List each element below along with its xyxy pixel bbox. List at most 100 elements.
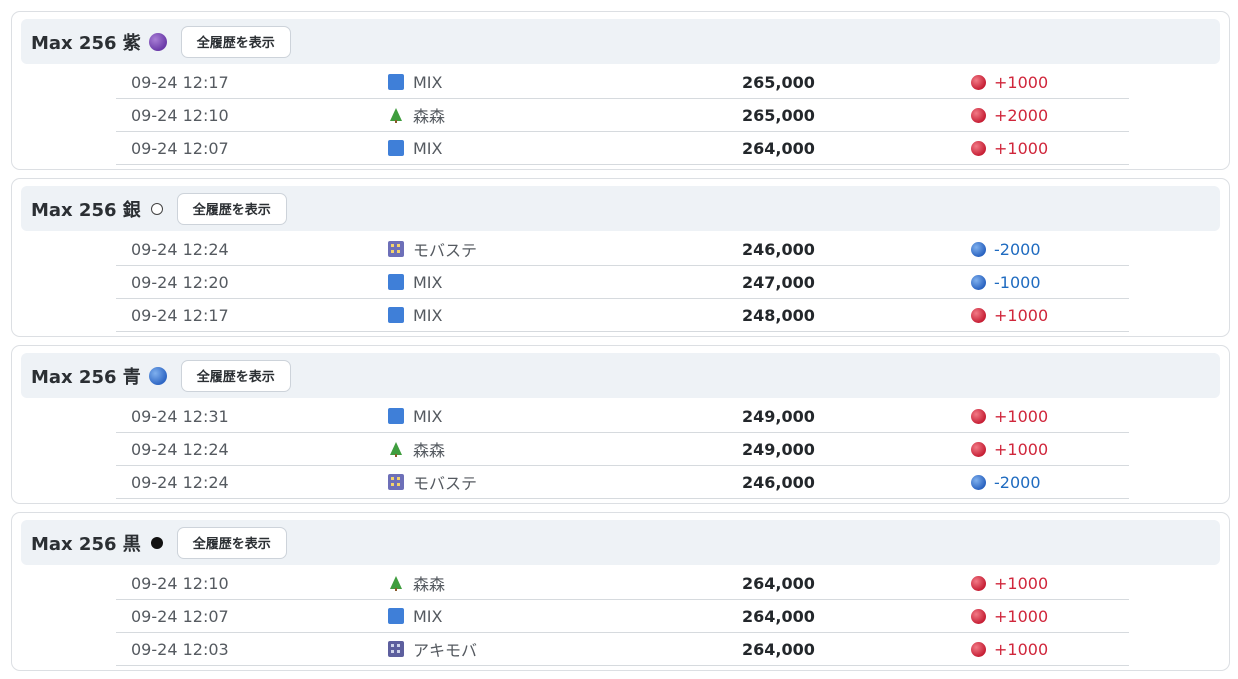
- price-cell: 264,000: [742, 639, 815, 659]
- section-header: Max 256 黒 全履歴を表示: [21, 520, 1220, 565]
- price-cell: 264,000: [742, 606, 815, 626]
- change-value: -2000: [994, 239, 1041, 259]
- source-cell: MIX: [388, 132, 442, 164]
- table-row: 09-24 12:17 MIX 248,000 +1000: [116, 299, 1129, 332]
- red-circle-icon: [971, 307, 986, 323]
- history-table: 09-24 12:31 MIX 249,000 +1000 09-24 12:2…: [116, 400, 1129, 499]
- time-cell: 09-24 12:24: [131, 472, 229, 492]
- section-title: Max 256 黒: [31, 530, 163, 556]
- table-row: 09-24 12:20 MIX 247,000 -1000: [116, 266, 1129, 299]
- time-cell: 09-24 12:17: [131, 72, 229, 92]
- change-cell: +1000: [971, 132, 1048, 164]
- source-label: MIX: [413, 272, 443, 292]
- time-cell: 09-24 12:17: [131, 305, 229, 325]
- change-cell: +1000: [971, 400, 1048, 432]
- change-value: +1000: [994, 138, 1049, 158]
- red-circle-icon: [971, 575, 986, 591]
- black-circle-icon: [150, 536, 163, 549]
- price-cell: 264,000: [742, 138, 815, 158]
- source-cell: MIX: [388, 266, 442, 298]
- blue-square-icon: [388, 608, 404, 624]
- table-row: 09-24 12:31 MIX 249,000 +1000: [116, 400, 1129, 433]
- time-cell: 09-24 12:24: [131, 439, 229, 459]
- section-card: Max 256 黒 全履歴を表示 09-24 12:10 森森 264,000 …: [11, 512, 1230, 671]
- change-value: +1000: [994, 573, 1049, 593]
- change-value: +1000: [994, 72, 1049, 92]
- blue-square-icon: [388, 274, 404, 290]
- red-circle-icon: [971, 408, 986, 424]
- source-cell: MIX: [388, 66, 442, 98]
- table-row: 09-24 12:10 森森 264,000 +1000: [116, 567, 1129, 600]
- source-label: 森森: [413, 441, 446, 460]
- source-cell: MIX: [388, 299, 442, 331]
- section-title: Max 256 紫: [31, 29, 167, 55]
- purple-circle-icon: [148, 32, 167, 51]
- section-card: Max 256 銀 全履歴を表示 09-24 12:24 モバステ 246,00…: [11, 178, 1230, 337]
- source-cell: モバステ: [388, 233, 477, 265]
- change-cell: -1000: [971, 266, 1041, 298]
- price-cell: 249,000: [742, 439, 815, 459]
- section-title: Max 256 青: [31, 363, 167, 389]
- blue-square-icon: [388, 74, 404, 90]
- time-cell: 09-24 12:20: [131, 272, 229, 292]
- source-label: MIX: [413, 305, 443, 325]
- source-label: アキモバ: [413, 641, 478, 660]
- section-title: Max 256 銀: [31, 196, 163, 222]
- history-table: 09-24 12:10 森森 264,000 +1000 09-24 12:07…: [116, 567, 1129, 666]
- building-icon: [388, 241, 404, 257]
- blue-square-icon: [388, 408, 404, 424]
- blue-square-icon: [388, 140, 404, 156]
- time-cell: 09-24 12:24: [131, 239, 229, 259]
- section-card: Max 256 青 全履歴を表示 09-24 12:31 MIX 249,000…: [11, 345, 1230, 504]
- blue-circle-icon: [148, 366, 167, 385]
- change-value: +1000: [994, 406, 1049, 426]
- table-row: 09-24 12:17 MIX 265,000 +1000: [116, 66, 1129, 99]
- time-cell: 09-24 12:31: [131, 406, 229, 426]
- change-cell: +1000: [971, 600, 1048, 632]
- price-cell: 265,000: [742, 72, 815, 92]
- change-value: -1000: [994, 272, 1041, 292]
- source-cell: 森森: [388, 99, 445, 131]
- blue-square-icon: [388, 307, 404, 323]
- source-label: 森森: [413, 107, 446, 126]
- change-cell: +1000: [971, 633, 1048, 665]
- show-all-history-button[interactable]: 全履歴を表示: [180, 359, 291, 392]
- section-header: Max 256 銀 全履歴を表示: [21, 186, 1220, 231]
- show-all-history-button[interactable]: 全履歴を表示: [176, 192, 287, 225]
- change-cell: +1000: [971, 66, 1048, 98]
- change-value: +1000: [994, 439, 1049, 459]
- source-cell: 森森: [388, 567, 445, 599]
- source-cell: MIX: [388, 600, 442, 632]
- table-row: 09-24 12:03 アキモバ 264,000 +1000: [116, 633, 1129, 666]
- change-value: +1000: [994, 606, 1049, 626]
- section-title-text: Max 256 紫: [31, 32, 141, 54]
- section-header: Max 256 青 全履歴を表示: [21, 353, 1220, 398]
- price-cell: 249,000: [742, 406, 815, 426]
- show-all-history-button[interactable]: 全履歴を表示: [176, 526, 287, 559]
- blue-circle-icon: [971, 241, 986, 257]
- price-cell: 246,000: [742, 472, 815, 492]
- source-cell: モバステ: [388, 466, 477, 498]
- history-table: 09-24 12:17 MIX 265,000 +1000 09-24 12:1…: [116, 66, 1129, 165]
- source-cell: 森森: [388, 433, 445, 465]
- table-row: 09-24 12:10 森森 265,000 +2000: [116, 99, 1129, 132]
- history-table: 09-24 12:24 モバステ 246,000 -2000 09-24 12:…: [116, 233, 1129, 332]
- price-history-list: Max 256 紫 全履歴を表示 09-24 12:17 MIX 265,000…: [11, 11, 1230, 679]
- tree-icon: [388, 441, 404, 457]
- blue-circle-icon: [971, 274, 986, 290]
- change-value: -2000: [994, 472, 1041, 492]
- red-circle-icon: [971, 107, 986, 123]
- price-cell: 265,000: [742, 105, 815, 125]
- change-cell: +1000: [971, 299, 1048, 331]
- table-row: 09-24 12:24 森森 249,000 +1000: [116, 433, 1129, 466]
- show-all-history-button[interactable]: 全履歴を表示: [180, 25, 291, 58]
- red-circle-icon: [971, 140, 986, 156]
- source-label: MIX: [413, 138, 443, 158]
- source-label: モバステ: [413, 241, 478, 260]
- time-cell: 09-24 12:03: [131, 639, 229, 659]
- source-label: MIX: [413, 606, 443, 626]
- price-cell: 246,000: [742, 239, 815, 259]
- station-icon: [388, 641, 404, 657]
- source-cell: アキモバ: [388, 633, 477, 665]
- red-circle-icon: [971, 608, 986, 624]
